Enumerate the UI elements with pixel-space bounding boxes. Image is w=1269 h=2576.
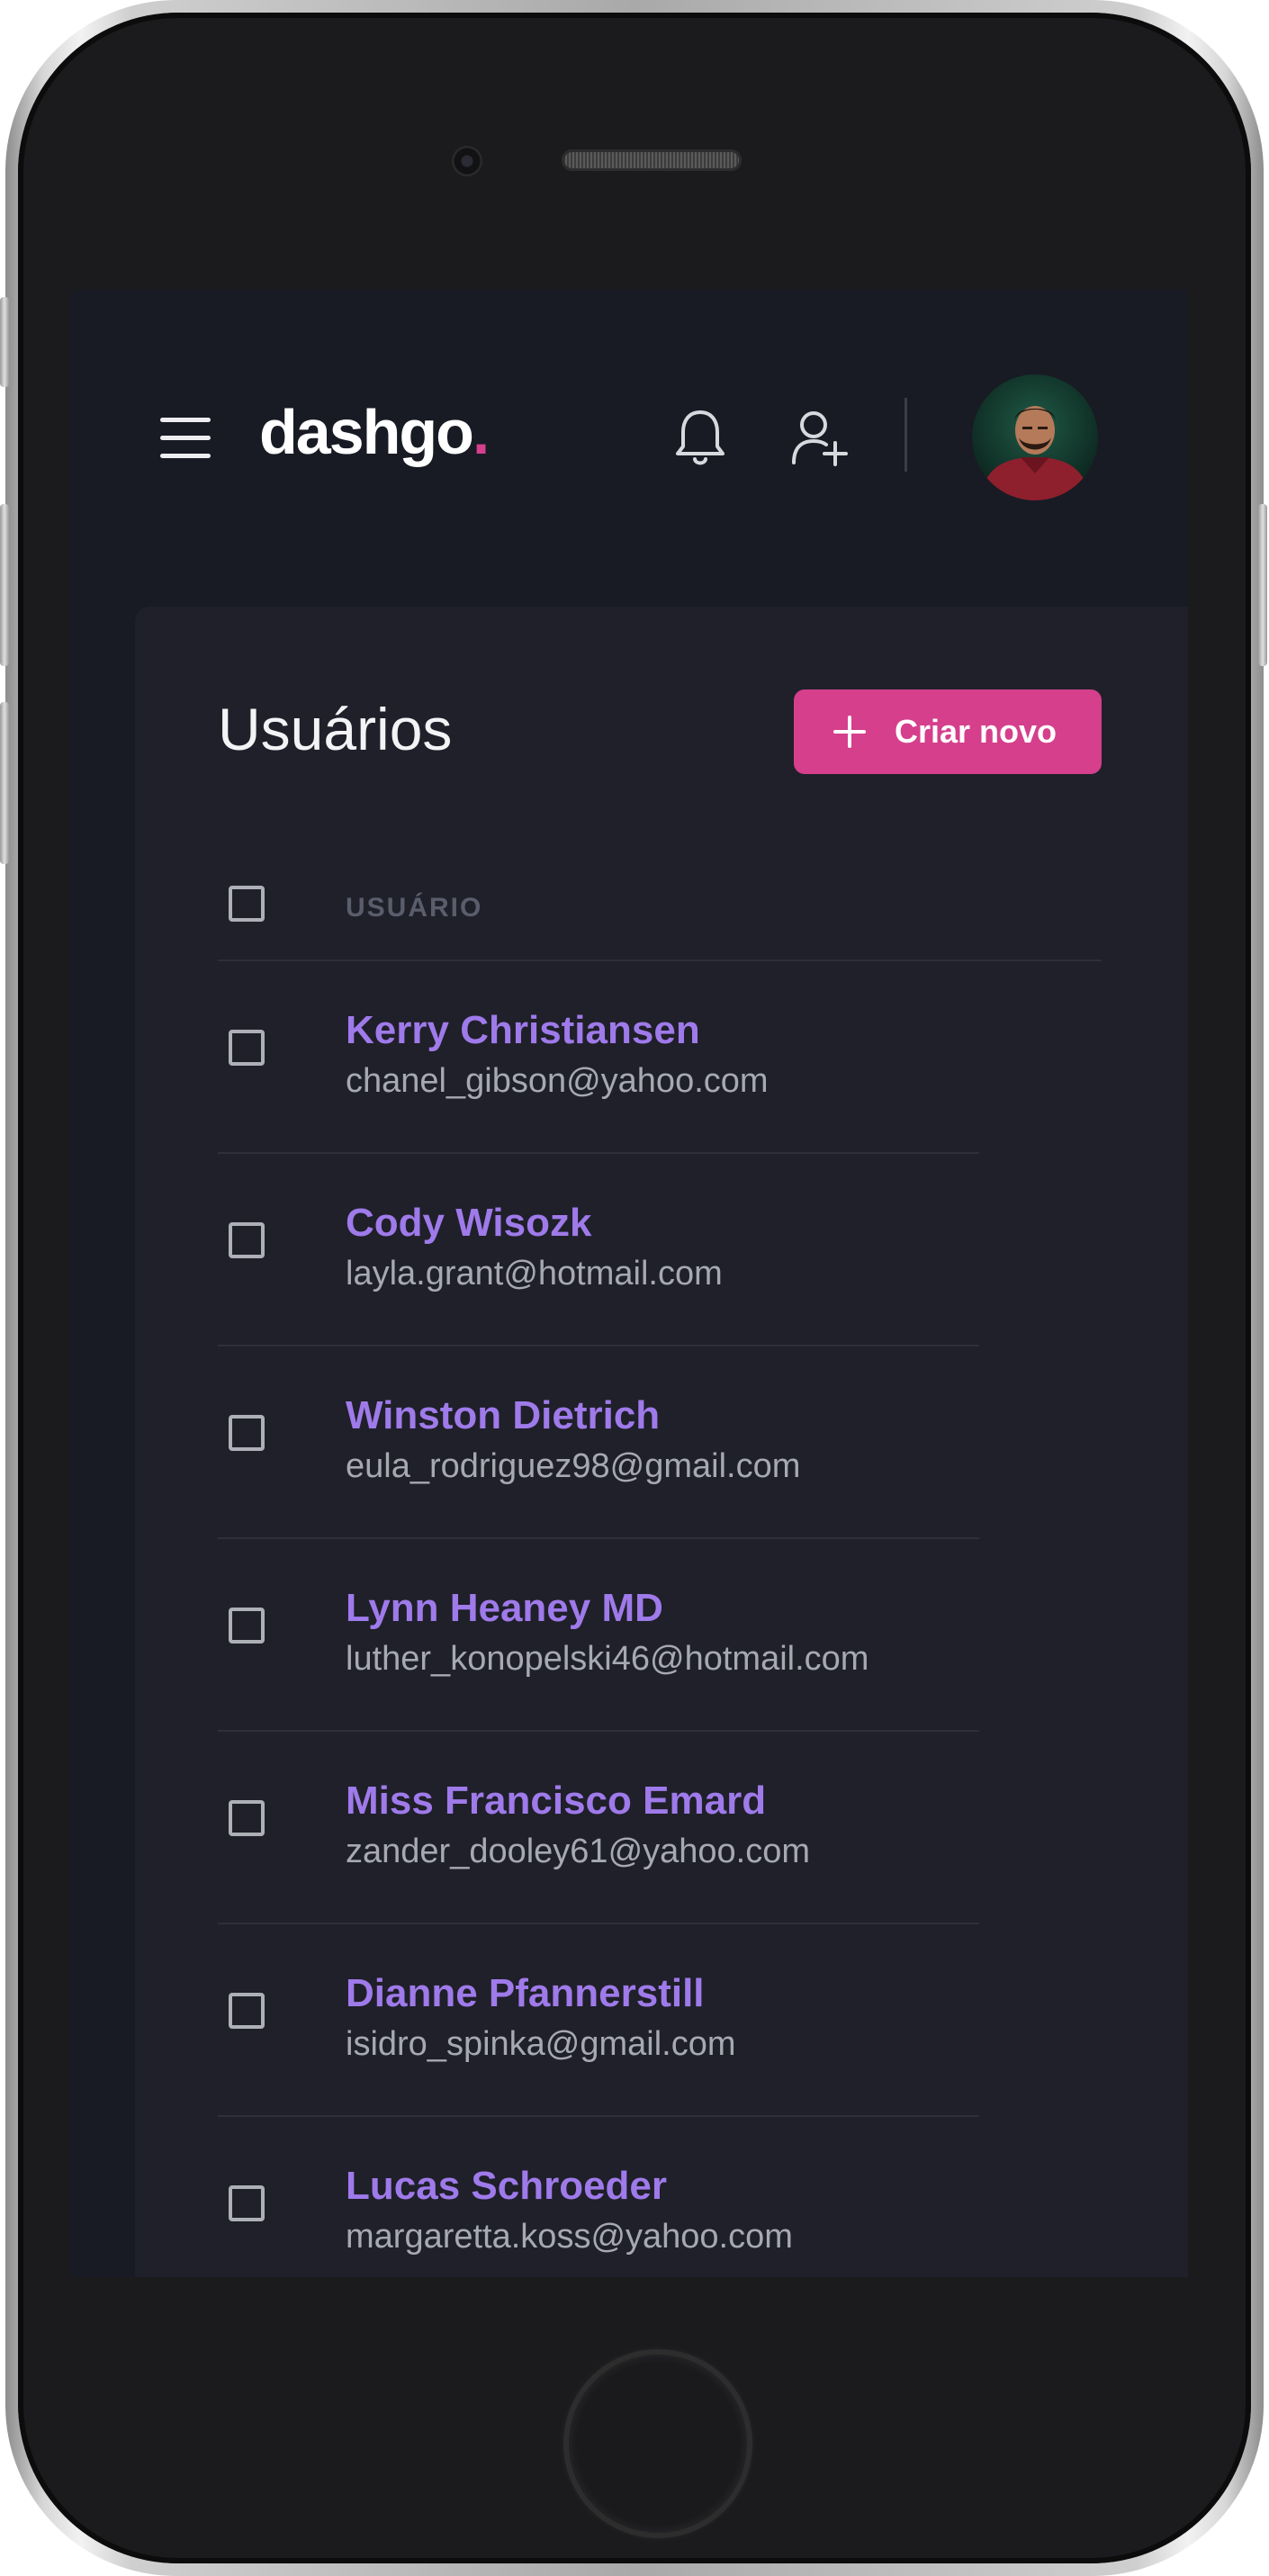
user-email: margaretta.koss@yahoo.com bbox=[346, 2218, 793, 2256]
menu-icon[interactable] bbox=[160, 416, 211, 461]
volume-up-button bbox=[0, 504, 9, 666]
table-row: Miss Francisco Emard zander_dooley61@yah… bbox=[218, 1732, 979, 1924]
table-row: Lucas Schroeder margaretta.koss@yahoo.co… bbox=[218, 2117, 979, 2277]
user-name[interactable]: Lynn Heaney MD bbox=[346, 1586, 663, 1631]
create-new-label: Criar novo bbox=[895, 713, 1058, 750]
home-button[interactable] bbox=[563, 2349, 752, 2538]
users-card: Usuários Criar novo USUÁRIO Kerry Christ… bbox=[135, 607, 1188, 2277]
user-email: zander_dooley61@yahoo.com bbox=[346, 1833, 811, 1870]
row-checkbox[interactable] bbox=[229, 1415, 265, 1451]
volume-down-button bbox=[0, 702, 9, 864]
user-name[interactable]: Dianne Pfannerstill bbox=[346, 1971, 705, 2016]
add-user-icon[interactable] bbox=[790, 407, 850, 470]
power-button bbox=[1258, 504, 1267, 666]
user-name[interactable]: Winston Dietrich bbox=[346, 1393, 660, 1438]
table-row: Cody Wisozk layla.grant@hotmail.com bbox=[218, 1154, 979, 1347]
table-header: USUÁRIO bbox=[218, 860, 1102, 961]
row-checkbox[interactable] bbox=[229, 2185, 265, 2221]
table-row: Lynn Heaney MD luther_konopelski46@hotma… bbox=[218, 1539, 979, 1732]
brand-dot: . bbox=[472, 397, 490, 467]
mute-switch bbox=[0, 297, 9, 387]
row-checkbox[interactable] bbox=[229, 1030, 265, 1066]
row-checkbox[interactable] bbox=[229, 1800, 265, 1836]
avatar-image bbox=[981, 406, 1089, 500]
page-title: Usuários bbox=[218, 696, 453, 762]
table-row: Dianne Pfannerstill isidro_spinka@gmail.… bbox=[218, 1924, 979, 2117]
user-name[interactable]: Kerry Christiansen bbox=[346, 1008, 700, 1053]
earpiece-speaker bbox=[562, 149, 742, 171]
row-checkbox[interactable] bbox=[229, 1222, 265, 1258]
user-name[interactable]: Cody Wisozk bbox=[346, 1201, 591, 1246]
user-email: chanel_gibson@yahoo.com bbox=[346, 1062, 769, 1100]
bell-icon[interactable] bbox=[673, 407, 727, 470]
header-divider bbox=[904, 398, 907, 472]
user-email: layla.grant@hotmail.com bbox=[346, 1255, 723, 1293]
select-all-checkbox[interactable] bbox=[229, 886, 265, 922]
table-row: Kerry Christiansen chanel_gibson@yahoo.c… bbox=[218, 961, 979, 1154]
user-email: eula_rodriguez98@gmail.com bbox=[346, 1447, 801, 1485]
row-checkbox[interactable] bbox=[229, 1993, 265, 2029]
app-screen: dashgo. Usuários Criar novo USUÁRIO Kerr… bbox=[70, 290, 1188, 2277]
brand-logo[interactable]: dashgo. bbox=[259, 396, 490, 468]
column-header-user: USUÁRIO bbox=[346, 893, 483, 923]
user-name[interactable]: Miss Francisco Emard bbox=[346, 1779, 766, 1824]
user-email: luther_konopelski46@hotmail.com bbox=[346, 1640, 869, 1678]
create-new-button[interactable]: Criar novo bbox=[794, 689, 1102, 774]
users-table-body: Kerry Christiansen chanel_gibson@yahoo.c… bbox=[218, 961, 1102, 2277]
app-header: dashgo. bbox=[70, 290, 1188, 596]
user-name[interactable]: Lucas Schroeder bbox=[346, 2164, 667, 2209]
plus-icon bbox=[832, 714, 868, 750]
avatar[interactable] bbox=[972, 374, 1098, 500]
row-checkbox[interactable] bbox=[229, 1608, 265, 1644]
front-camera bbox=[452, 146, 482, 176]
brand-text: dashgo bbox=[259, 397, 474, 467]
user-email: isidro_spinka@gmail.com bbox=[346, 2025, 736, 2063]
table-row: Winston Dietrich eula_rodriguez98@gmail.… bbox=[218, 1347, 979, 1539]
